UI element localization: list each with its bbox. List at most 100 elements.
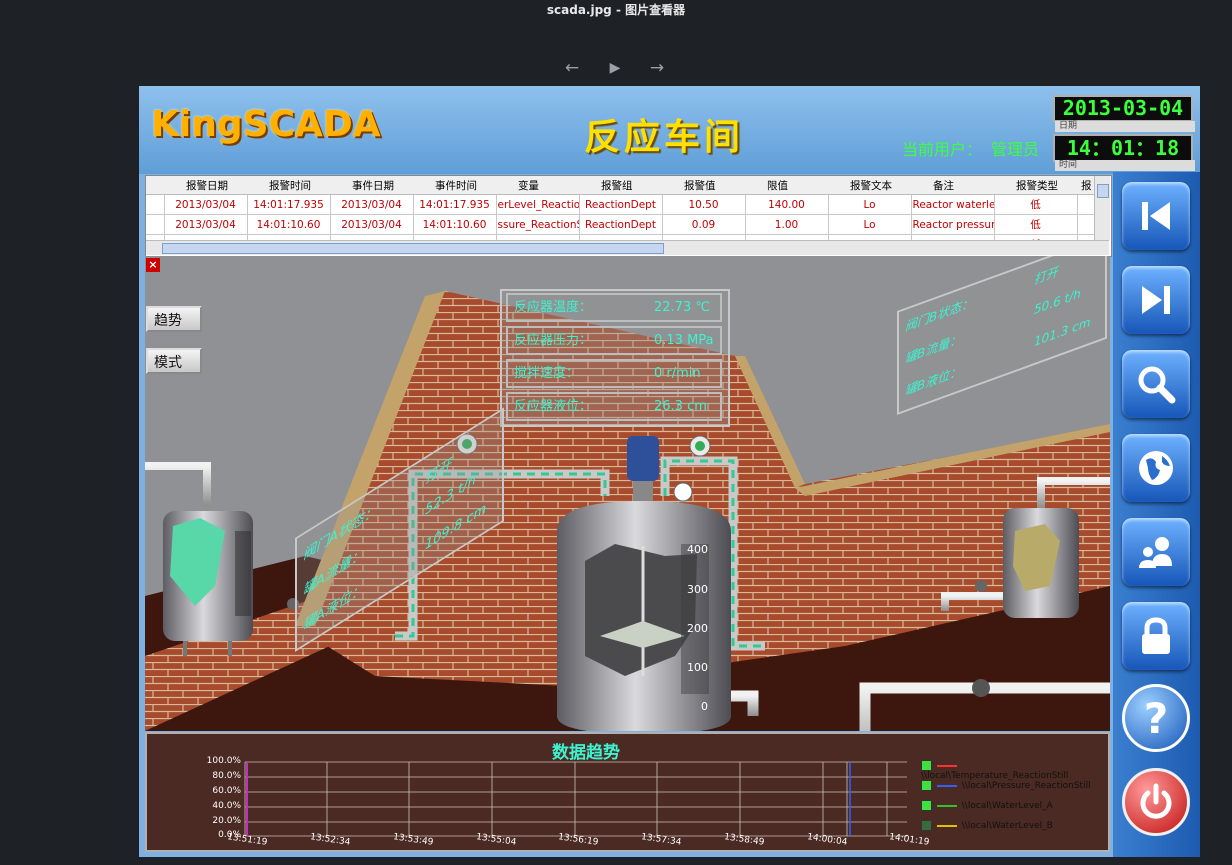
globe-icon[interactable] xyxy=(1122,434,1190,502)
legend-item[interactable]: \\local\Pressure_ReactionStill xyxy=(921,780,1091,791)
y-tick: 20.0% xyxy=(212,816,241,826)
reactor-scale-300: 300 xyxy=(687,583,708,596)
date-display: 2013-03-04 xyxy=(1053,95,1193,122)
legend-item[interactable]: \\local\Temperature_ReactionStill xyxy=(921,760,1108,781)
tank-b-level-label: 罐B液位： xyxy=(905,363,962,399)
column-header[interactable]: 变量 xyxy=(496,176,579,195)
legend-item[interactable]: \\local\WaterLevel_A xyxy=(921,800,1053,811)
right-nav-panel: ? xyxy=(1113,172,1200,857)
viewer-title: scada.jpg - 图片查看器 xyxy=(546,3,686,17)
trend-button[interactable]: 趋势 xyxy=(146,306,202,332)
reactor-pressure-label: 反应器压力： xyxy=(514,333,593,348)
table-cell: 1.00 xyxy=(745,214,829,235)
table-cell: erLevel_Reaction xyxy=(496,194,580,215)
table-cell: ReactionDept xyxy=(579,194,663,215)
table-cell: Reactor pressure xyxy=(911,214,995,235)
stir-speed-value: 0 r/min xyxy=(654,366,701,381)
y-tick: 60.0% xyxy=(212,786,241,796)
reactor-pressure-row: 反应器压力： 0.13 MPa xyxy=(506,326,722,355)
reactor-level-row: 反应器液位： 26.3 cm xyxy=(506,392,722,421)
reactor-scale-400: 400 xyxy=(687,543,708,556)
power-icon[interactable] xyxy=(1122,768,1190,836)
next-image-button[interactable]: → xyxy=(646,58,668,78)
table-cell: ssure_ReactionS xyxy=(496,214,580,235)
last-page-icon[interactable] xyxy=(1122,266,1190,334)
reactor-temperature-row: 反应器温度： 22.73 ℃ xyxy=(506,293,722,322)
valve-b-status: 打开 xyxy=(1034,264,1059,288)
legend-item[interactable]: \\local\WaterLevel_B xyxy=(921,820,1053,831)
legend-label: \\local\WaterLevel_B xyxy=(961,821,1053,831)
column-header[interactable]: 报警类型 xyxy=(994,176,1077,195)
mode-button[interactable]: 模式 xyxy=(146,348,202,374)
table-row[interactable]: 2013/03/04 14:01:17.935 2013/03/04 14:01… xyxy=(146,194,1098,215)
column-header[interactable]: 报警组 xyxy=(579,176,662,195)
lock-icon[interactable] xyxy=(1122,602,1190,670)
reactor-level-label: 反应器液位： xyxy=(514,399,593,414)
table-cell: 14:01:17.935 xyxy=(413,194,497,215)
current-user-name: 管理员 xyxy=(991,140,1040,159)
table-cell: 低 xyxy=(994,194,1078,215)
time-caption: 时间 xyxy=(1055,160,1195,171)
scada-screen: KingSCADA 反应车间 当前用户： 管理员 2013-03-04 日期 1… xyxy=(139,86,1200,857)
y-tick: 100.0% xyxy=(206,756,241,766)
kingscada-logo: KingSCADA xyxy=(151,104,381,145)
legend-label: \\local\WaterLevel_A xyxy=(961,801,1053,811)
column-header[interactable]: 报警文本 xyxy=(828,176,911,195)
alarm-table[interactable]: 报警日期 报警时间 事件日期 事件时间 变量 报警组 报警值 限值 报警文本 备… xyxy=(145,175,1112,257)
reactor-info-panel: 反应器温度： 22.73 ℃ 反应器压力： 0.13 MPa 搅拌速度： 0 r… xyxy=(500,289,730,427)
process-scene: 400 300 200 100 0 反应器温度： 22.73 ℃ 反应器压力： … xyxy=(145,256,1110,731)
column-header[interactable]: 限值 xyxy=(745,176,828,195)
alarm-vertical-scrollbar[interactable] xyxy=(1094,176,1110,240)
stir-speed-label: 搅拌速度： xyxy=(514,366,580,381)
prev-image-button[interactable]: ← xyxy=(561,58,583,78)
column-header[interactable]: 事件日期 xyxy=(330,176,413,195)
table-cell: 2013/03/04 xyxy=(164,194,248,215)
table-cell: 140.00 xyxy=(745,194,829,215)
table-row[interactable]: 2013/03/04 14:01:10.60 2013/03/04 14:01:… xyxy=(146,214,1098,235)
trend-grid xyxy=(244,761,907,837)
tank-b-flow-label: 罐B流量： xyxy=(905,331,962,367)
reactor-temperature-label: 反应器温度： xyxy=(514,300,593,315)
table-cell: 2013/03/04 xyxy=(330,194,414,215)
table-cell: 10.50 xyxy=(662,194,746,215)
column-header[interactable]: 报警日期 xyxy=(164,176,247,195)
users-icon[interactable] xyxy=(1122,518,1190,586)
column-header[interactable]: 备注 xyxy=(911,176,994,195)
column-header[interactable]: 报警时间 xyxy=(247,176,330,195)
y-tick: 40.0% xyxy=(212,801,241,811)
table-cell: 0.09 xyxy=(662,214,746,235)
table-cell: 低 xyxy=(994,214,1078,235)
alarm-horizontal-scrollbar[interactable] xyxy=(146,240,1109,255)
table-cell: 14:01:10.60 xyxy=(413,214,497,235)
table-cell: Reactor waterleve xyxy=(911,194,995,215)
date-caption: 日期 xyxy=(1055,121,1195,132)
help-icon[interactable]: ? xyxy=(1122,684,1190,752)
table-cell: 2013/03/04 xyxy=(330,214,414,235)
alarm-table-header: 报警日期 报警时间 事件日期 事件时间 变量 报警组 报警值 限值 报警文本 备… xyxy=(146,176,1097,195)
table-cell: Lo xyxy=(828,214,912,235)
column-header[interactable]: 报警值 xyxy=(662,176,745,195)
reactor-level-value: 26.3 cm xyxy=(654,399,707,414)
tank-b-flow-value: 50.6 t/h xyxy=(1034,286,1081,318)
play-slideshow-button[interactable]: ▶ xyxy=(604,58,626,78)
reactor-scale-100: 100 xyxy=(687,661,708,674)
y-tick: 80.0% xyxy=(212,771,241,781)
table-cell: 14:01:17.935 xyxy=(247,194,331,215)
valve-a-status: 打开 xyxy=(425,456,452,488)
reactor-temperature-value: 22.73 ℃ xyxy=(654,300,710,315)
table-cell: Lo xyxy=(828,194,912,215)
table-cell: 14:01:10.60 xyxy=(247,214,331,235)
current-user-label: 当前用户： xyxy=(902,140,983,159)
first-page-icon[interactable] xyxy=(1122,182,1190,250)
trend-panel: 数据趋势 100.0% 80.0% 60.0% 40.0% 20.0% 0.0%… xyxy=(145,732,1110,852)
stir-speed-row: 搅拌速度： 0 r/min xyxy=(506,359,722,388)
close-alarm-icon[interactable]: × xyxy=(146,258,160,272)
reactor-pressure-value: 0.13 MPa xyxy=(654,333,714,348)
search-icon[interactable] xyxy=(1122,350,1190,418)
table-cell: 2013/03/04 xyxy=(164,214,248,235)
column-header[interactable]: 事件时间 xyxy=(413,176,496,195)
time-display: 14：01：18 xyxy=(1053,134,1193,162)
reactor-scale-0: 0 xyxy=(701,700,708,713)
table-cell: ReactionDept xyxy=(579,214,663,235)
reactor-scale-200: 200 xyxy=(687,622,708,635)
